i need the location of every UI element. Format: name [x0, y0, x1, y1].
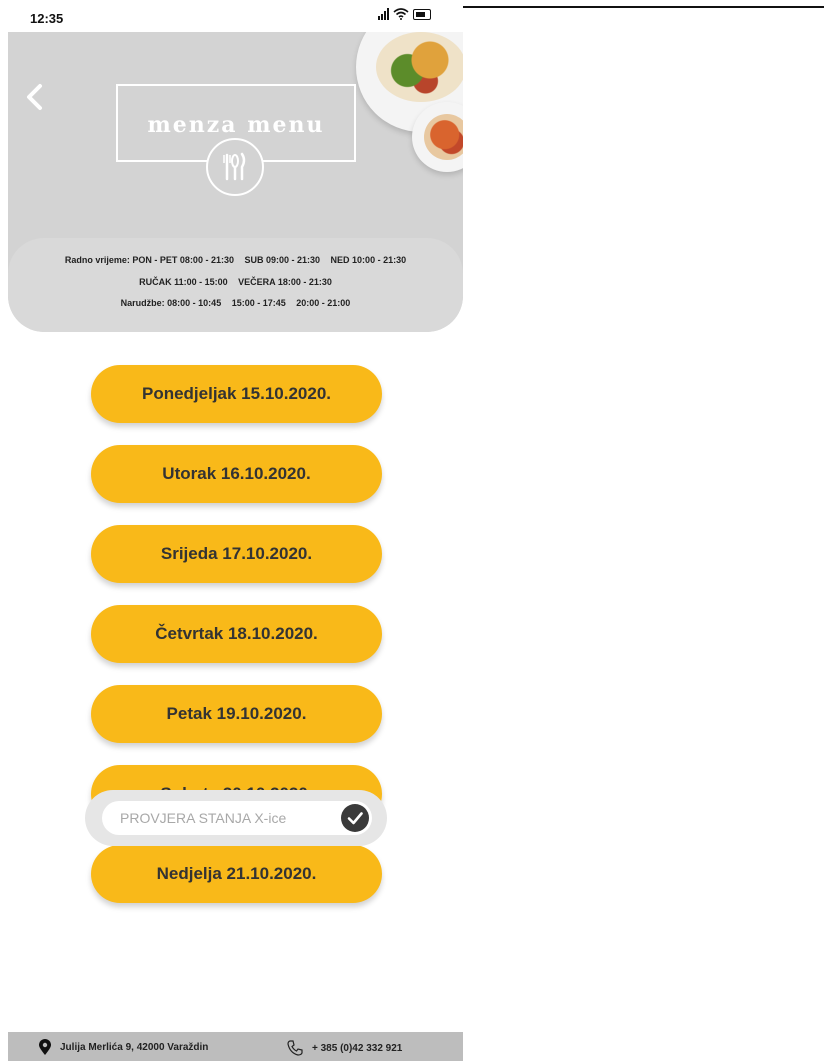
hours-line-2: RUČAK 11:00 - 15:00 VEČERA 18:00 - 21:30 [139, 277, 332, 287]
signal-icon [378, 8, 389, 20]
status-time: 12:35 [30, 11, 64, 26]
battery-icon [413, 9, 431, 20]
day-button-sunday[interactable]: Nedjelja 21.10.2020. [91, 845, 382, 903]
footer-phone[interactable]: + 385 (0)42 332 921 [286, 1039, 402, 1057]
footer-bar: Julija Merlića 9, 42000 Varaždin + 385 (… [8, 1032, 463, 1061]
day-button-wednesday[interactable]: Srijeda 17.10.2020. [91, 525, 382, 583]
phone-text: + 385 (0)42 332 921 [312, 1042, 403, 1054]
cutlery-icon [206, 138, 264, 196]
day-button-friday[interactable]: Petak 19.10.2020. [91, 685, 382, 743]
hours-line-3: Narudžbe: 08:00 - 10:45 15:00 - 17:45 20… [120, 298, 351, 308]
map-pin-icon [39, 1039, 51, 1055]
address-text: Julija Merlića 9, 42000 Varaždin [60, 1042, 209, 1053]
chevron-left-icon[interactable] [24, 82, 44, 112]
day-button-tuesday[interactable]: Utorak 16.10.2020. [91, 445, 382, 503]
working-hours-panel: Radno vrijeme: PON - PET 08:00 - 21:30 S… [8, 238, 463, 332]
top-divider-line [463, 6, 824, 8]
wifi-icon [393, 8, 409, 20]
header-banner: menza menu Radno vrijeme: PON - PET 08:0… [8, 32, 463, 332]
footer-address: Julija Merlića 9, 42000 Varaždin [38, 1039, 208, 1056]
logo-text: menza menu [147, 112, 325, 138]
day-button-monday[interactable]: Ponedjeljak 15.10.2020. [91, 365, 382, 423]
status-bar: 12:35 [0, 0, 463, 32]
day-button-thursday[interactable]: Četvrtak 18.10.2020. [91, 605, 382, 663]
hours-line-1: Radno vrijeme: PON - PET 08:00 - 21:30 S… [64, 255, 407, 265]
balance-check-bar [85, 790, 387, 846]
checkmark-icon[interactable] [341, 804, 369, 832]
app-screen: 12:35 menza menu Radno vrijeme: PON - PE… [0, 0, 463, 1061]
status-icons [378, 8, 431, 20]
phone-icon [287, 1040, 303, 1056]
balance-check-input[interactable] [102, 801, 372, 835]
